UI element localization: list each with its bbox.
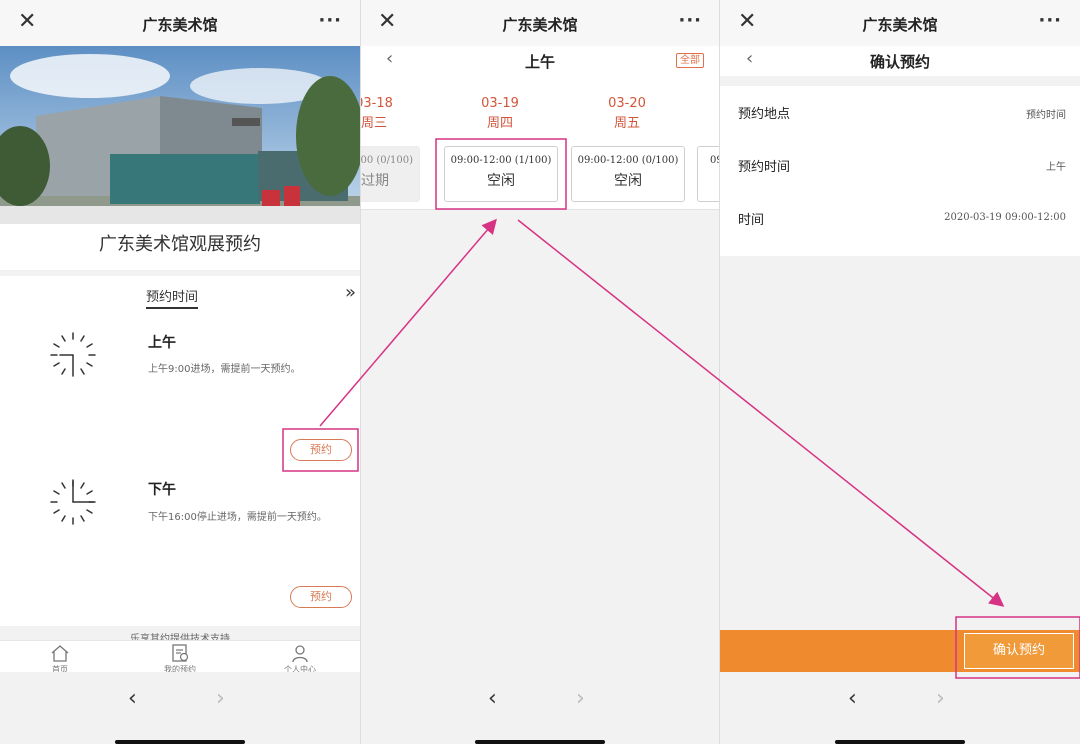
museum-photo (0, 46, 360, 224)
slot-status: 空闲 (614, 173, 642, 189)
page-title: 广东美术馆观展预约 (0, 224, 360, 270)
home-indicator (475, 740, 605, 744)
tab-profile[interactable]: 个人中心 (260, 643, 340, 675)
browser-nav: ‹ › (0, 672, 360, 744)
slot-time: 09:00-12:00 (0/100) (577, 155, 679, 166)
panel-divider (719, 0, 720, 744)
slot-name-afternoon: 下午 (148, 482, 176, 498)
all-filter-button[interactable]: 全部 (676, 53, 704, 68)
more-icon[interactable]: ··· (678, 10, 702, 31)
day-column[interactable]: 03-19 周四 (460, 94, 540, 134)
slot-box[interactable]: 09:00-12:00 (0/100) 空闲 (571, 146, 685, 202)
day-weekday: 周三 (360, 116, 387, 131)
slot-status: 已过期 (360, 173, 389, 189)
empty-area (360, 210, 720, 670)
phone-screen-confirm: ✕ 广东美术馆 ··· ‹ 确认预约 预约地点 预约时间 预约时间 上午 时间 … (720, 0, 1080, 744)
row-value-date: 2020-03-19 09:00-12:00 (944, 212, 1066, 223)
top-bar: ✕ 广东美术馆 ··· (0, 0, 360, 46)
tab-my-bookings[interactable]: 我的预约 (140, 643, 220, 675)
clock-icon (50, 332, 96, 377)
top-bar: ✕ 广东美术馆 ··· (720, 0, 1080, 46)
booking-list-icon (172, 644, 189, 662)
back-icon[interactable]: ‹ (488, 686, 497, 711)
book-afternoon-button[interactable]: 预约 (290, 586, 352, 608)
sub-title: 确认预约 (869, 53, 930, 71)
row-value-time: 上午 (1046, 162, 1066, 173)
slot-box-selected[interactable]: 09:00-12:00 (1/100) 空闲 (444, 146, 558, 202)
day-weekday: 周四 (486, 116, 513, 131)
top-bar: ✕ 广东美术馆 ··· (360, 0, 720, 46)
phone-screen-date-select: ✕ 广东美术馆 ··· ‹ 上午 全部 03-18 周三 03-19 周四 03… (360, 0, 720, 744)
row-label-date: 时间 (738, 213, 765, 228)
back-icon[interactable]: ‹ (848, 686, 857, 711)
window-title: 广东美术馆 (502, 16, 578, 34)
panel-divider (360, 0, 361, 744)
slot-status: 空闲 (487, 173, 515, 189)
browser-nav: ‹ › (360, 672, 720, 744)
slot-desc-afternoon: 下午16:00停止进场，需提前一天预约。 (148, 512, 327, 523)
sub-title: 上午 (524, 53, 555, 71)
day-date: 03-19 (481, 96, 519, 111)
day-column[interactable]: 03-18 周三 (360, 94, 414, 134)
double-chevron-right-icon[interactable]: » (345, 282, 356, 303)
back-icon[interactable]: ‹ (128, 686, 137, 711)
slot-desc-morning: 上午9:00进场，需提前一天预约。 (148, 364, 301, 375)
forward-icon[interactable]: › (936, 686, 945, 711)
clock-icon (50, 479, 96, 525)
slot-time: 09:00-12:00 (1/100) (450, 155, 552, 166)
slot-time: 09:00-12:00 (0/100) (360, 155, 413, 166)
book-morning-button[interactable]: 预约 (290, 439, 352, 461)
home-indicator (835, 740, 965, 744)
time-slot-card: 预约时间 » 上午 上午9:00进场，需提前一天预约。 预约 下午 下午16:0… (0, 276, 360, 626)
slot-box-expired: 09:00-12:00 (0/100) 已过期 (360, 146, 420, 202)
phone-screen-booking-home: ✕ 广东美术馆 ··· 广东美术馆观展预约 预约时间 » 上午 上午9:00进场… (0, 0, 360, 744)
row-label-location: 预约地点 (738, 107, 791, 122)
day-column[interactable]: 03-20 周五 (587, 94, 667, 134)
day-weekday: 周五 (613, 116, 640, 131)
confirm-booking-button[interactable]: 确认预约 (964, 633, 1074, 669)
row-value-location: 预约时间 (1026, 110, 1066, 121)
sub-header: ‹ 确认预约 (720, 46, 1080, 76)
browser-nav: ‹ › (720, 672, 1080, 744)
more-icon[interactable]: ··· (318, 10, 342, 31)
user-icon (292, 645, 308, 663)
more-icon[interactable]: ··· (1038, 10, 1062, 31)
day-date: 03-18 (360, 96, 393, 111)
day-date: 03-20 (608, 96, 646, 111)
window-title: 广东美术馆 (142, 16, 218, 34)
window-title: 广东美术馆 (862, 16, 938, 34)
slot-box[interactable]: 09:00-12:00 (0/100) (697, 146, 720, 202)
tab-home[interactable]: 首页 (20, 643, 100, 675)
day-strip: 03-18 周三 03-19 周四 03-20 周五 09:00-12:00 (… (360, 76, 720, 210)
home-icon (51, 645, 69, 662)
forward-icon[interactable]: › (216, 686, 225, 711)
tab-booking-time[interactable]: 预约时间 (146, 286, 199, 309)
sub-header: ‹ 上午 全部 (360, 46, 720, 76)
row-label-time: 预约时间 (738, 160, 791, 175)
forward-icon[interactable]: › (576, 686, 585, 711)
home-indicator (115, 740, 245, 744)
slot-name-morning: 上午 (148, 335, 176, 351)
confirm-details: 预约地点 预约时间 预约时间 上午 时间 2020-03-19 09:00-12… (720, 86, 1080, 256)
